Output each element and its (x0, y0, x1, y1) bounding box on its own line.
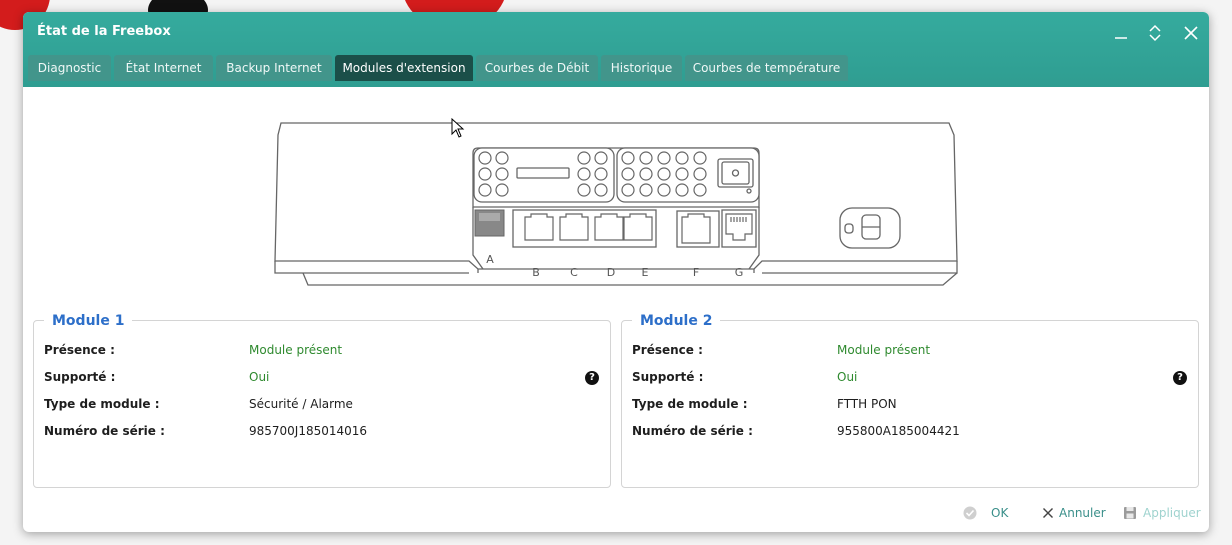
tab-modules-extension[interactable]: Modules d'extension (335, 55, 473, 81)
presence-label: Présence : (44, 343, 115, 357)
supported-label: Supporté : (632, 370, 704, 384)
ok-label: OK (991, 506, 1009, 520)
expand-arrows-icon (1149, 24, 1161, 42)
module-1-title: Module 1 (44, 312, 133, 330)
serial-label: Numéro de série : (44, 424, 165, 438)
check-circle-icon (963, 506, 977, 520)
tab-backup-internet[interactable]: Backup Internet (216, 55, 332, 81)
type-label: Type de module : (44, 397, 160, 411)
module-1-help-icon[interactable]: ? (585, 371, 599, 385)
close-icon (1184, 26, 1198, 40)
apply-button[interactable]: Appliquer (1123, 504, 1203, 522)
close-button[interactable] (1182, 24, 1200, 42)
module-2-presence-value: Module présent (837, 343, 931, 357)
module-1-type-value: Sécurité / Alarme (249, 397, 353, 411)
minimize-icon (1115, 37, 1127, 39)
tab-historique[interactable]: Historique (601, 55, 682, 81)
port-label-d: D (607, 266, 615, 279)
module-1-supported-value: Oui (249, 370, 270, 384)
module-2-serial-value: 955800A185004421 (837, 424, 960, 438)
ok-button[interactable]: OK (963, 504, 1013, 522)
port-label-a: A (486, 253, 494, 266)
maximize-button[interactable] (1146, 24, 1164, 42)
port-label-c: C (570, 266, 578, 279)
type-label: Type de module : (632, 397, 748, 411)
module-1-serial-value: 985700J185014016 (249, 424, 368, 438)
port-label-f: F (693, 266, 699, 279)
tab-etat-internet[interactable]: État Internet (114, 55, 213, 81)
module-2-help-icon[interactable]: ? (1173, 371, 1187, 385)
module-2-title: Module 2 (632, 312, 721, 330)
tab-courbes-temperature[interactable]: Courbes de température (685, 55, 848, 81)
window-titlebar[interactable]: État de la Freebox Diagnostic État Inter… (23, 12, 1209, 87)
module-1-presence-value: Module présent (249, 343, 343, 357)
port-label-g: G (735, 266, 744, 279)
window-title: État de la Freebox (37, 24, 171, 39)
tab-courbes-debit[interactable]: Courbes de Débit (476, 55, 598, 81)
freebox-status-window: État de la Freebox Diagnostic État Inter… (23, 12, 1209, 532)
mouse-cursor-icon (451, 118, 465, 138)
module-2-supported-value: Oui (837, 370, 858, 384)
cancel-button[interactable]: Annuler (1041, 504, 1121, 522)
serial-label: Numéro de série : (632, 424, 753, 438)
tab-diagnostic[interactable]: Diagnostic (28, 55, 111, 81)
freebox-device-diagram: A B C D E F G (274, 122, 958, 286)
port-label-e: E (642, 266, 649, 279)
close-icon (1043, 508, 1053, 518)
cancel-label: Annuler (1059, 506, 1106, 520)
presence-label: Présence : (632, 343, 703, 357)
save-icon (1124, 507, 1136, 519)
port-label-b: B (532, 266, 540, 279)
apply-label: Appliquer (1143, 506, 1201, 520)
module-2-type-value: FTTH PON (837, 397, 897, 411)
module-2-panel: Module 2 Présence : Module présent Suppo… (621, 312, 1199, 488)
minimize-button[interactable] (1112, 24, 1130, 42)
module-1-panel: Module 1 Présence : Module présent Suppo… (33, 312, 611, 488)
supported-label: Supporté : (44, 370, 116, 384)
